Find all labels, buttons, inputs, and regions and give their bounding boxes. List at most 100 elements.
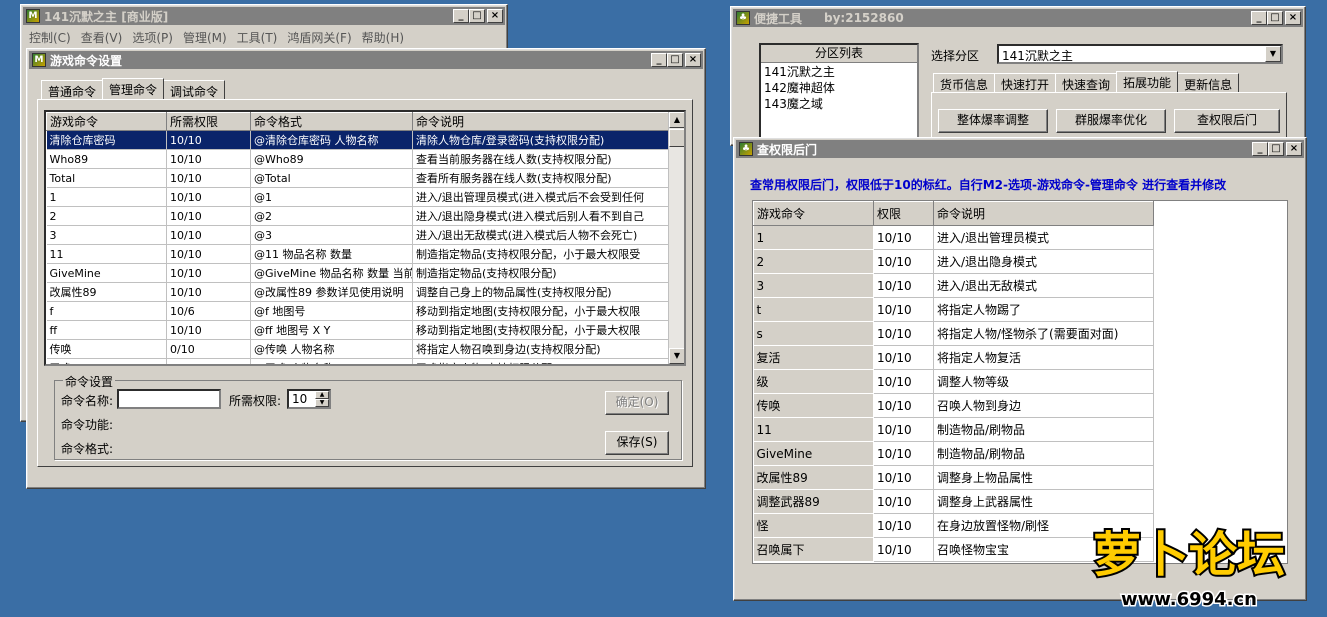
minimize-button[interactable]: _ bbox=[453, 9, 469, 23]
cmd-window-titlebar[interactable]: M 游戏命令设置 _ □ × bbox=[29, 51, 703, 69]
cell-fmt: @11 物品名称 数量 bbox=[250, 244, 413, 264]
table-row[interactable]: f 10/6 @f 地图号 移动到指定地图(支持权限分配，小于最大权限 bbox=[46, 301, 671, 321]
menu-tools[interactable]: 工具(T) bbox=[233, 29, 282, 46]
check-perm-backdoor-button[interactable]: 查权限后门 bbox=[1174, 109, 1280, 133]
table-row[interactable]: 3 10/10 @3 进入/退出无敌模式(进入模式后人物不会死亡) bbox=[46, 225, 671, 245]
table-row[interactable]: 3 10/10 进入/退出无敌模式 bbox=[753, 273, 1154, 298]
cell-cmd: 改属性89 bbox=[753, 465, 874, 490]
cmd-perm-stepper[interactable]: 10 ▲ ▼ bbox=[287, 389, 331, 409]
col-header-fmt[interactable]: 命令格式 bbox=[250, 112, 413, 131]
menu-gateway[interactable]: 鸿盾网关(F) bbox=[283, 29, 355, 46]
chevron-down-icon[interactable]: ▼ bbox=[1265, 46, 1281, 62]
menu-manage[interactable]: 管理(M) bbox=[179, 29, 231, 46]
spin-down-icon[interactable]: ▼ bbox=[315, 399, 329, 407]
tab-quick-query[interactable]: 快速查询 bbox=[1055, 73, 1118, 92]
col-header-perm[interactable]: 所需权限 bbox=[166, 112, 251, 131]
main-window-title: 141沉默之主 [商业版] bbox=[44, 9, 169, 24]
scroll-thumb[interactable] bbox=[669, 129, 684, 147]
cell-cmd: 3 bbox=[753, 273, 874, 298]
perm-table-header: 游戏命令 权限 命令说明 bbox=[753, 201, 1154, 226]
cell-fmt: @GiveMine 物品名称 数量 当前 bbox=[250, 263, 413, 283]
close-button[interactable]: × bbox=[685, 53, 701, 67]
cell-fmt: @3 bbox=[250, 225, 413, 245]
partition-list[interactable]: 分区列表 141沉默之主 142魔神超体 143魔之域 bbox=[759, 43, 919, 141]
col-header-cmd[interactable]: 游戏命令 bbox=[46, 112, 167, 131]
table-row[interactable]: 复活 10/10 将指定人物复活 bbox=[753, 345, 1154, 370]
minimize-button[interactable]: _ bbox=[1251, 11, 1267, 25]
tab-normal[interactable]: 普通命令 bbox=[41, 80, 104, 99]
table-row[interactable]: 11 10/10 @11 物品名称 数量 制造指定物品(支持权限分配，小于最大权限受 bbox=[46, 244, 671, 264]
table-row[interactable]: s 10/10 将指定人物/怪物杀了(需要面对面) bbox=[753, 321, 1154, 346]
tab-quick-open[interactable]: 快速打开 bbox=[994, 73, 1057, 92]
table-row[interactable]: 级 10/10 调整人物等级 bbox=[753, 369, 1154, 394]
menu-control[interactable]: 控制(C) bbox=[25, 29, 75, 46]
tab-admin[interactable]: 管理命令 bbox=[102, 78, 165, 99]
cell-cmd: t bbox=[753, 297, 874, 322]
tools-window-titlebar[interactable]: ♣ 便捷工具 by:2152860 _ □ × bbox=[733, 9, 1303, 27]
cell-fmt: @召唤 人物名称 bbox=[250, 358, 413, 364]
perm-list[interactable]: 游戏命令 权限 命令说明 1 10/10 进入/退出管理员模式 2 10/10 进入/退出… bbox=[752, 200, 1288, 564]
table-row[interactable]: ff 10/10 @ff 地图号 X Y 移动到指定地图(支持权限分配，小于最大权限 bbox=[46, 320, 671, 340]
tab-updates[interactable]: 更新信息 bbox=[1177, 73, 1240, 92]
table-row[interactable]: Total 10/10 @Total 查看所有服务器在线人数(支持权限分配) bbox=[46, 168, 671, 188]
close-button[interactable]: × bbox=[1285, 11, 1301, 25]
menu-options[interactable]: 选项(P) bbox=[128, 29, 177, 46]
scroll-up-button[interactable]: ▲ bbox=[669, 112, 684, 128]
table-row[interactable]: 11 10/10 制造物品/刷物品 bbox=[753, 417, 1154, 442]
perm-window-title: 查权限后门 bbox=[757, 142, 818, 157]
spin-up-icon[interactable]: ▲ bbox=[315, 391, 329, 399]
cmd-list-scrollbar[interactable]: ▲ ▼ bbox=[668, 112, 684, 364]
main-window-titlebar[interactable]: M 141沉默之主 [商业版] _ □ × bbox=[23, 7, 505, 25]
table-row[interactable]: 1 10/10 进入/退出管理员模式 bbox=[753, 225, 1154, 250]
partition-item[interactable]: 141沉默之主 bbox=[764, 64, 914, 80]
close-button[interactable]: × bbox=[1286, 142, 1302, 156]
table-row[interactable]: 改属性89 10/10 调整身上物品属性 bbox=[753, 465, 1154, 490]
col-header-desc[interactable]: 命令说明 bbox=[933, 201, 1154, 226]
cell-cmd: f bbox=[46, 301, 167, 321]
table-row[interactable]: 2 10/10 进入/退出隐身模式 bbox=[753, 249, 1154, 274]
tab-debug[interactable]: 调试命令 bbox=[163, 80, 226, 99]
col-header-cmd[interactable]: 游戏命令 bbox=[753, 201, 874, 226]
cell-perm: 10/10 bbox=[873, 465, 934, 490]
table-row[interactable]: 传唤 10/10 召唤人物到身边 bbox=[753, 393, 1154, 418]
tab-currency[interactable]: 货币信息 bbox=[933, 73, 996, 92]
scroll-down-button[interactable]: ▼ bbox=[669, 348, 684, 364]
col-header-perm[interactable]: 权限 bbox=[873, 201, 934, 226]
save-button[interactable]: 保存(S) bbox=[605, 431, 669, 455]
cell-desc: 查看所有服务器在线人数(支持权限分配) bbox=[412, 168, 671, 188]
table-row[interactable]: 1 10/10 @1 进入/退出管理员模式(进入模式后不会受到任何 bbox=[46, 187, 671, 207]
cmd-list[interactable]: 游戏命令 所需权限 命令格式 命令说明 清除仓库密码 10/10 @清除仓库密码 人… bbox=[44, 110, 686, 366]
partition-item[interactable]: 143魔之域 bbox=[764, 96, 914, 112]
table-row[interactable]: 传唤 0/10 @传唤 人物名称 将指定人物召唤到身边(支持权限分配) bbox=[46, 339, 671, 359]
table-row[interactable]: 召唤10/10@召唤 人物名称召唤指定人物(支持权限分配) bbox=[46, 358, 671, 364]
table-row[interactable]: 调整武器89 10/10 调整身上武器属性 bbox=[753, 489, 1154, 514]
maximize-button[interactable]: □ bbox=[667, 53, 683, 67]
table-row[interactable]: GiveMine 10/10 制造物品/刷物品 bbox=[753, 441, 1154, 466]
ok-button[interactable]: 确定(O) bbox=[605, 391, 669, 415]
close-button[interactable]: × bbox=[487, 9, 503, 23]
minimize-button[interactable]: _ bbox=[651, 53, 667, 67]
minimize-button[interactable]: _ bbox=[1252, 142, 1268, 156]
table-row[interactable]: GiveMine 10/10 @GiveMine 物品名称 数量 当前 制造指定物品(… bbox=[46, 263, 671, 283]
tab-extensions[interactable]: 拓展功能 bbox=[1116, 71, 1179, 92]
maximize-button[interactable]: □ bbox=[1267, 11, 1283, 25]
col-header-desc[interactable]: 命令说明 bbox=[412, 112, 671, 131]
cell-cmd: 2 bbox=[753, 249, 874, 274]
table-row[interactable]: 清除仓库密码 10/10 @清除仓库密码 人物名称 清除人物仓库/登录密码(支持权限分… bbox=[46, 130, 671, 150]
perm-window-titlebar[interactable]: ♣ 查权限后门 _ □ × bbox=[736, 140, 1304, 158]
table-row[interactable]: Who89 10/10 @Who89 查看当前服务器在线人数(支持权限分配) bbox=[46, 149, 671, 169]
menu-help[interactable]: 帮助(H) bbox=[358, 29, 408, 46]
maximize-button[interactable]: □ bbox=[469, 9, 485, 23]
perm-spin[interactable]: ▲ ▼ bbox=[315, 391, 329, 407]
maximize-button[interactable]: □ bbox=[1268, 142, 1284, 156]
cmd-name-input[interactable] bbox=[117, 389, 221, 409]
menu-view[interactable]: 查看(V) bbox=[77, 29, 127, 46]
group-drop-rate-button[interactable]: 群服爆率优化 bbox=[1056, 109, 1166, 133]
table-row[interactable]: 2 10/10 @2 进入/退出隐身模式(进入模式后别人看不到自己 bbox=[46, 206, 671, 226]
table-row[interactable]: t 10/10 将指定人物踢了 bbox=[753, 297, 1154, 322]
overall-drop-rate-button[interactable]: 整体爆率调整 bbox=[938, 109, 1048, 133]
cell-cmd: 传唤 bbox=[753, 393, 874, 418]
partition-item[interactable]: 142魔神超体 bbox=[764, 80, 914, 96]
table-row[interactable]: 改属性89 10/10 @改属性89 参数详见使用说明 调整自己身上的物品属性(支持权… bbox=[46, 282, 671, 302]
partition-select[interactable]: 141沉默之主 ▼ bbox=[997, 44, 1283, 64]
